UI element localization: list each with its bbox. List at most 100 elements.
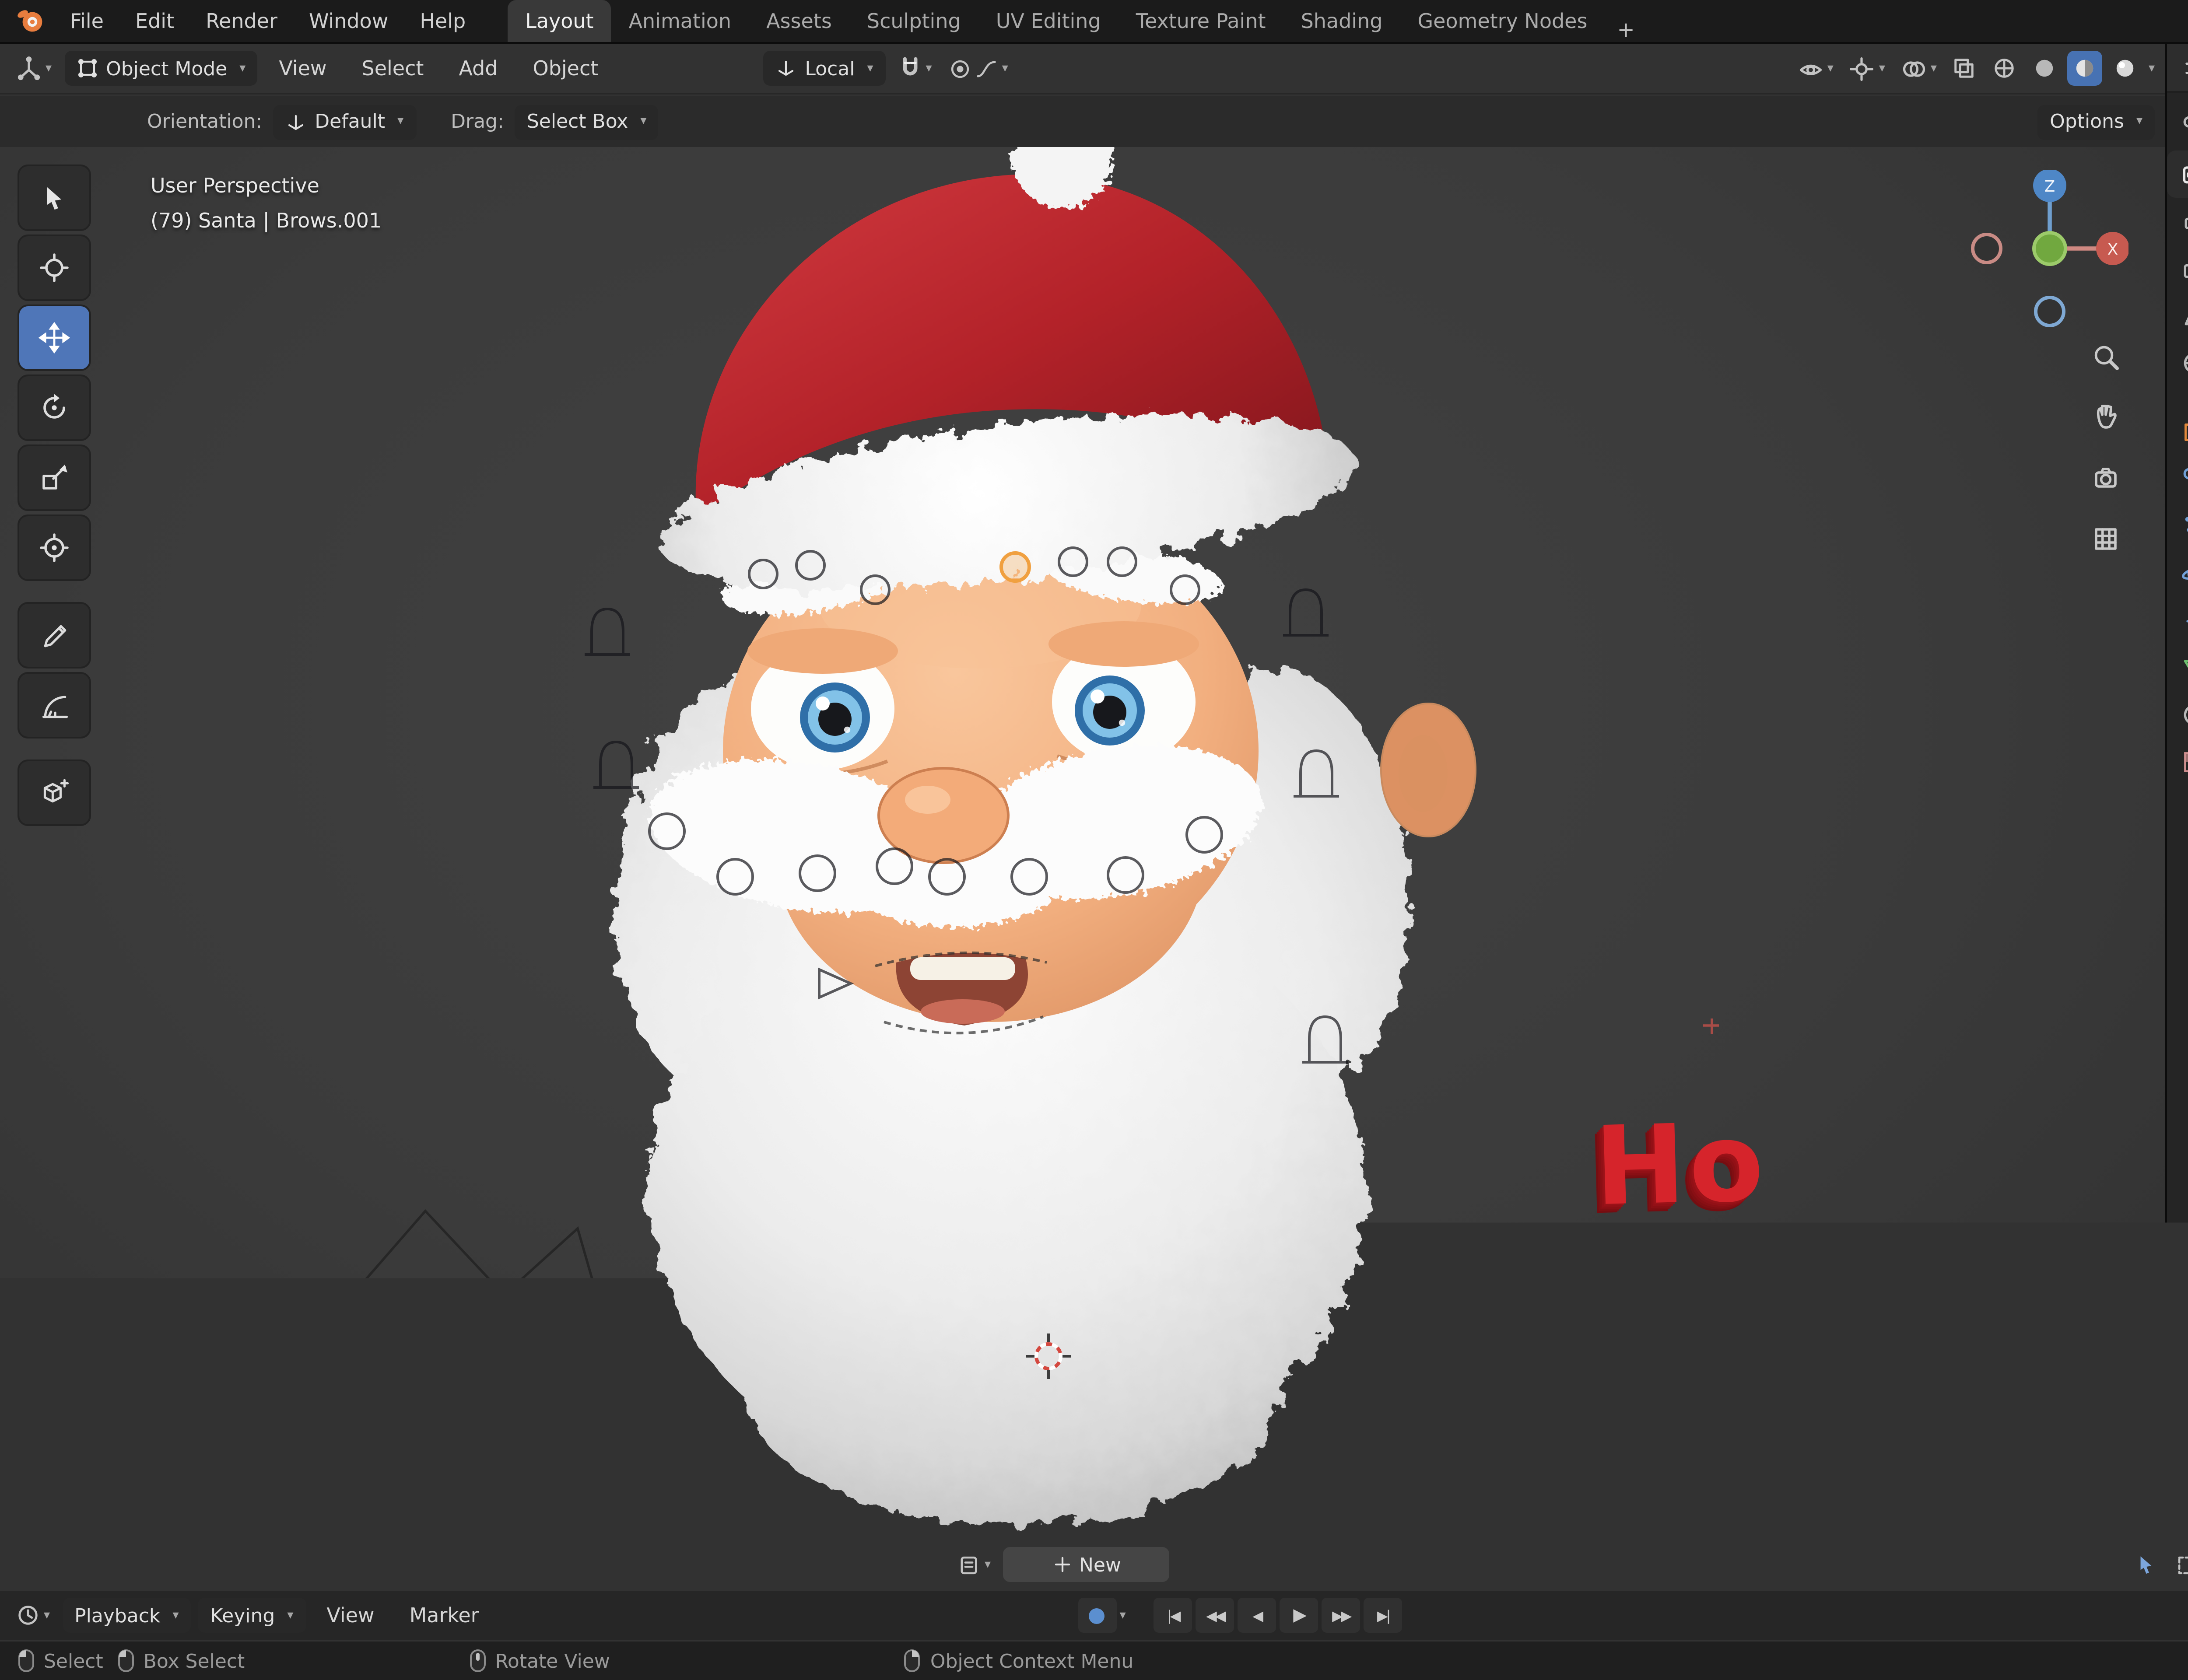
prev-keyframe-button[interactable]: ◀◀ (1196, 1598, 1234, 1633)
options-dropdown[interactable]: Options ▾ (2037, 104, 2155, 139)
viewport-menu-add[interactable]: Add (445, 44, 512, 93)
playback-dropdown[interactable]: Playback ▾ (62, 1598, 191, 1633)
tab-data-properties[interactable] (2167, 644, 2188, 691)
shading-material-button[interactable] (2068, 51, 2103, 86)
tab-constraint-properties[interactable] (2167, 597, 2188, 644)
tab-object-properties[interactable] (2167, 408, 2188, 455)
tool-add-cube[interactable] (18, 760, 91, 826)
blender-logo-icon[interactable] (14, 3, 46, 39)
menu-window[interactable]: Window (295, 0, 402, 42)
viewport-menu-object[interactable]: Object (519, 44, 613, 93)
camera-view-button[interactable] (2085, 457, 2127, 499)
stash-button[interactable]: Stash (826, 1547, 915, 1582)
tab-material-properties[interactable] (2167, 691, 2188, 738)
push-down-button[interactable]: Push Down (677, 1547, 819, 1582)
dopesheet-editor-type-button[interactable]: ▾ (11, 1547, 57, 1582)
overlays-dropdown[interactable]: ▾ (1896, 51, 1942, 86)
gizmo-z-neg-axis[interactable] (2036, 298, 2064, 326)
play-button[interactable]: ▶ (1280, 1598, 1318, 1633)
workspace-tab-assets[interactable]: Assets (749, 0, 849, 42)
timeline-editor-type-button[interactable]: ▾ (11, 1598, 55, 1633)
viewport-overlay-text: User Perspective (79) Santa | Brows.001 (151, 168, 382, 238)
new-action-button[interactable]: New (1003, 1547, 1169, 1582)
show-hidden-toggle[interactable] (2170, 1547, 2188, 1582)
tab-physics-properties[interactable] (2167, 550, 2188, 597)
only-selected-toggle[interactable] (2128, 1547, 2163, 1582)
menu-edit[interactable]: Edit (121, 0, 188, 42)
workspace-tab-uv-editing[interactable]: UV Editing (978, 0, 1119, 42)
tab-texture-properties[interactable] (2167, 738, 2188, 786)
next-keyframe-button[interactable]: ▶▶ (1322, 1598, 1360, 1633)
gizmos-dropdown[interactable]: ▾ (1844, 51, 1890, 86)
jump-to-end-button[interactable]: ▶| (1364, 1598, 1403, 1633)
gizmo-y-axis[interactable] (2034, 233, 2065, 264)
tab-scene-properties[interactable] (2167, 292, 2188, 340)
viewport-menu-view[interactable]: View (265, 44, 340, 93)
orientation-dropdown[interactable]: Default ▾ (273, 104, 416, 139)
dopesheet-menu-marker[interactable]: Marker (417, 1540, 515, 1589)
tool-annotate[interactable] (18, 602, 91, 668)
dopesheet-menu-view[interactable]: View (237, 1540, 313, 1589)
tab-modifier-properties[interactable] (2167, 455, 2188, 502)
dopesheet-menu-select[interactable]: Select (320, 1540, 410, 1589)
transform-orientation-dropdown[interactable]: Local ▾ (763, 51, 885, 86)
timeline-menu-marker[interactable]: Marker (396, 1591, 493, 1640)
workspace-tab-animation[interactable]: Animation (611, 0, 749, 42)
drag-dropdown[interactable]: Select Box ▾ (515, 104, 659, 139)
tab-render-properties[interactable] (2167, 150, 2188, 198)
tool-rotate[interactable] (18, 374, 91, 441)
tab-particle-properties[interactable] (2167, 502, 2188, 550)
proportional-editing-button[interactable]: ▾ (944, 51, 1013, 86)
gizmo-x-neg-axis[interactable] (1973, 234, 2001, 262)
menu-render[interactable]: Render (192, 0, 291, 42)
tab-viewlayer-properties[interactable] (2167, 245, 2188, 292)
tool-transform[interactable] (18, 514, 91, 581)
tab-tool-properties[interactable] (2167, 103, 2188, 150)
snap-button[interactable]: ▾ (893, 51, 937, 86)
shading-dropdown-icon[interactable]: ▾ (2149, 62, 2155, 74)
workspace-tab-shading[interactable]: Shading (1283, 0, 1400, 42)
workspace-tab-layout[interactable]: Layout (508, 0, 611, 42)
mode-dropdown[interactable]: Object Mode ▾ (64, 51, 258, 86)
editor-type-button[interactable]: ▾ (11, 51, 57, 86)
workspace-tab-sculpting[interactable]: Sculpting (849, 0, 978, 42)
tool-measure[interactable] (18, 672, 91, 738)
workspace-tab-geometry-nodes[interactable]: Geometry Nodes (1400, 0, 1605, 42)
tab-output-properties[interactable] (2167, 198, 2188, 245)
keying-set-dropdown-icon[interactable]: ▾ (1120, 1609, 1126, 1621)
shading-wireframe-button[interactable] (1988, 51, 2023, 86)
tool-scale[interactable] (18, 444, 91, 511)
menu-help[interactable]: Help (406, 0, 480, 42)
dopesheet-menu-key[interactable]: Key (522, 1540, 586, 1589)
zoom-view-button[interactable] (2085, 336, 2127, 378)
properties-editor-type-button[interactable]: ▾ (2177, 50, 2188, 85)
navigation-gizmo[interactable]: Z X (1971, 170, 2128, 327)
shading-solid-button[interactable] (2028, 51, 2063, 86)
select-box-icon (39, 182, 70, 214)
prev-frame-button[interactable]: ◀ (1238, 1598, 1276, 1633)
viewport-canvas[interactable]: Ho Ho User Perspective (79) Santa | Brow… (0, 147, 2165, 1538)
browse-action-button[interactable]: ▾ (953, 1547, 996, 1582)
jump-to-start-button[interactable]: |◀ (1154, 1598, 1192, 1633)
toggle-perspective-button[interactable] (2085, 518, 2127, 560)
auto-key-button[interactable] (1078, 1598, 1116, 1633)
tab-world-properties[interactable] (2167, 340, 2188, 387)
workspace-tab-texture-paint[interactable]: Texture Paint (1119, 0, 1283, 42)
tool-move[interactable] (18, 304, 91, 371)
dopesheet-mode-dropdown[interactable]: Action Editor ▾ (64, 1547, 230, 1582)
shading-rendered-button[interactable] (2108, 51, 2143, 86)
layer-up-button[interactable]: ▴ (635, 1547, 670, 1582)
selected-brow-control[interactable] (1001, 553, 1029, 581)
keying-dropdown[interactable]: Keying ▾ (198, 1598, 306, 1633)
tool-select-box[interactable] (18, 164, 91, 231)
tool-cursor[interactable] (18, 234, 91, 301)
add-workspace-button[interactable]: + (1605, 18, 1647, 42)
xray-toggle[interactable] (1947, 51, 1982, 86)
visibility-dropdown[interactable]: ▾ (1792, 51, 1839, 86)
viewport-menu-select[interactable]: Select (348, 44, 438, 93)
layers-icon (2180, 256, 2188, 282)
pan-view-button[interactable] (2085, 394, 2127, 436)
menu-file[interactable]: File (56, 0, 118, 42)
layer-down-button[interactable]: ▾ (593, 1547, 628, 1582)
timeline-menu-view[interactable]: View (312, 1591, 388, 1640)
